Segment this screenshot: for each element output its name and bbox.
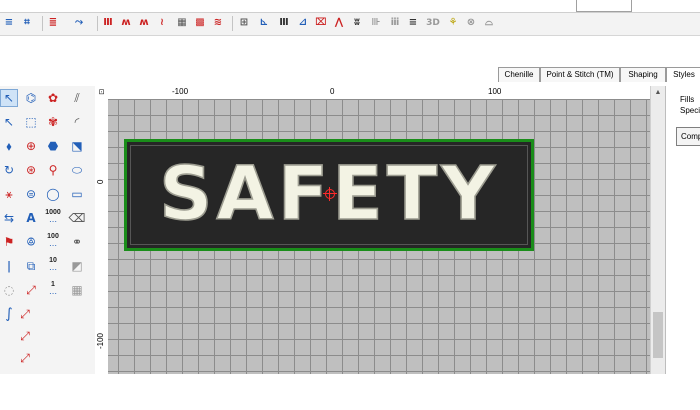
scroll-thumb[interactable] xyxy=(653,312,663,358)
gradient-icon[interactable]: ◩ xyxy=(68,257,86,275)
ruler-top: -100 0 100 xyxy=(108,86,650,100)
select-arrow-icon[interactable]: ↖ xyxy=(0,89,18,107)
binocular-icon[interactable]: ⚭ xyxy=(68,233,86,251)
stitch-dots-icon: ⋯ xyxy=(49,217,57,226)
rectangle-node-icon[interactable]: ⬚ xyxy=(22,113,40,131)
connector-1-icon[interactable]: ⤢ xyxy=(16,305,34,323)
property-tabs: Chenille Point & Stitch (TM) Shaping Sty… xyxy=(496,67,700,83)
tool-palette: ↖ ⌬ ✿ ⫽ ↖ ⬚ ✾ ◜ ⬧ ⊕ ⬣ ⬔ ↻ ⊛ ⚲ ⬭ ⚹ ⊜ ◯ ▭ … xyxy=(0,86,96,374)
ruler-label-minus-100: -100 xyxy=(172,87,189,96)
cross-hatch-icon[interactable]: ⊕ xyxy=(22,137,40,155)
stitch-count-10[interactable]: 10 xyxy=(43,257,63,265)
ruler-label-left-minus-100: -100 xyxy=(96,332,105,349)
stitch-count-1000[interactable]: 1000 xyxy=(43,209,63,217)
tab-styles[interactable]: Styles xyxy=(666,67,700,82)
scroll-up-icon[interactable]: ▲ xyxy=(653,88,663,98)
team-names-icon[interactable]: ꔮ xyxy=(22,233,40,251)
run-path-icon[interactable]: ⤢ xyxy=(22,281,40,299)
fills-label: Fills xyxy=(680,95,695,104)
shape-tool-icon[interactable]: ⬣ xyxy=(44,137,62,155)
stitch-count-100[interactable]: 100 xyxy=(43,233,63,241)
ruler-label-left-0: 0 xyxy=(96,179,105,184)
merge-icon[interactable]: ⧉ xyxy=(22,257,40,275)
tab-point-and-stitch[interactable]: Point & Stitch (TM) xyxy=(540,67,620,82)
connector-2-icon[interactable]: ⤢ xyxy=(16,327,34,345)
pattern-tool-icon[interactable]: ✾ xyxy=(44,113,62,131)
stitch-count-1[interactable]: 1 xyxy=(43,281,63,289)
stamp-icon[interactable]: ⚲ xyxy=(44,161,62,179)
stitch-icon[interactable]: ⚹ xyxy=(0,185,18,203)
arc-icon[interactable]: ◜ xyxy=(68,113,86,131)
ruler-corner: ⊡ xyxy=(95,86,109,100)
hoop-icon[interactable]: ◌ xyxy=(0,281,18,299)
polygon-icon[interactable]: ⬔ xyxy=(68,137,86,155)
vertical-scrollbar[interactable]: ▲ xyxy=(650,86,665,374)
ruler-left: 0 -100 xyxy=(95,99,109,374)
special-label: Speci xyxy=(680,106,700,115)
ruler-label-100: 100 xyxy=(488,87,502,96)
comp-button[interactable]: Comp xyxy=(676,127,700,146)
origin-marker-icon xyxy=(323,187,337,201)
sequin-icon[interactable]: ⚑ xyxy=(0,233,18,251)
texture-icon[interactable]: ▦ xyxy=(68,281,86,299)
tab-shaping[interactable]: Shaping xyxy=(620,67,666,82)
applique-icon[interactable]: ⊛ xyxy=(22,161,40,179)
rectangle-icon[interactable]: ▭ xyxy=(68,185,86,203)
ellipse-icon[interactable]: ⬭ xyxy=(68,161,86,179)
rotate-icon[interactable]: ↻ xyxy=(0,161,18,179)
mirror-icon[interactable]: ⇆ xyxy=(0,209,18,227)
pointer-icon[interactable]: ↖ xyxy=(0,113,18,131)
connector-3-icon[interactable]: ⤢ xyxy=(16,349,34,367)
ruler-label-0: 0 xyxy=(330,87,335,96)
stitch-dots-icon: ⋯ xyxy=(49,265,57,274)
monogram-icon[interactable]: ⊜ xyxy=(22,185,40,203)
line-tool-icon[interactable]: ⫽ xyxy=(68,89,86,107)
eraser-icon[interactable]: ⌫ xyxy=(68,209,86,227)
circle-tool-icon[interactable]: ◯ xyxy=(44,185,62,203)
node-edit-icon[interactable]: ⬧ xyxy=(0,137,18,155)
reshape-icon[interactable]: ⌬ xyxy=(22,89,40,107)
stitch-dots-icon: ⋯ xyxy=(49,289,57,298)
guide-icon[interactable]: ǀ xyxy=(0,257,18,275)
lettering-icon[interactable]: A xyxy=(22,209,40,227)
fill-tool-icon[interactable]: ✿ xyxy=(44,89,62,107)
stitch-dots-icon: ⋯ xyxy=(49,241,57,250)
tab-chenille[interactable]: Chenille xyxy=(498,67,540,82)
